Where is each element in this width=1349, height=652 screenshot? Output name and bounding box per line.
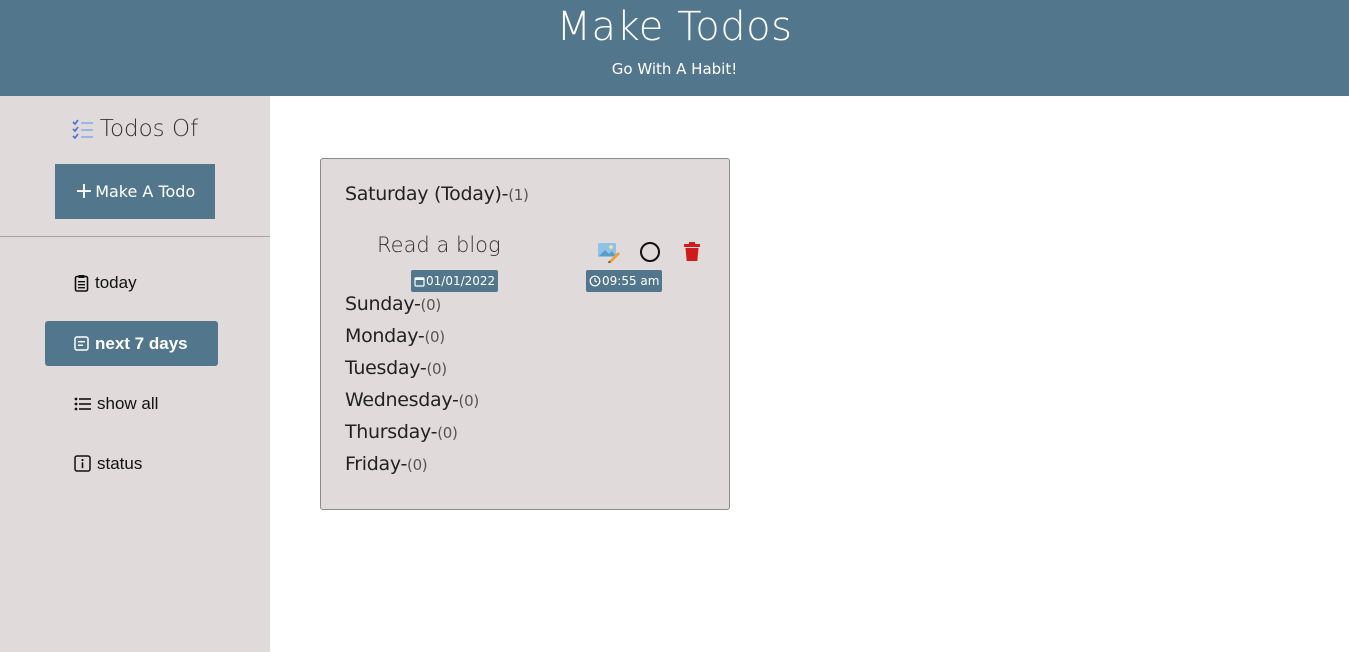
week-todos-card: Saturday (Today)-(1) Read a blog 01/01/2… [320,158,730,510]
sidebar-item-label: show all [97,393,159,413]
day-name: Saturday (Today) [345,183,502,205]
day-name: Thursday [345,421,431,443]
sidebar-item-next-7-days[interactable]: next 7 days [45,321,218,366]
day-count: (0) [437,424,458,442]
todo-date: 01/01/2022 [426,274,496,288]
info-icon [74,455,91,472]
app-title: Make Todos [556,4,793,50]
todo-time-badge: 09:55 am [586,270,663,292]
plus-icon: + [74,178,94,204]
clipboard-icon [74,274,89,292]
day-heading-thursday[interactable]: Thursday-(0) [345,421,458,443]
day-heading-tuesday[interactable]: Tuesday-(0) [345,357,447,379]
todo-time: 09:55 am [602,274,660,288]
sidebar: Todos Of + Make A Todo today next 7 days [0,96,270,652]
todo-date-badge: 01/01/2022 [411,270,499,292]
day-heading-saturday[interactable]: Saturday (Today)-(1) [345,183,529,205]
make-todo-button[interactable]: + Make A Todo [55,164,215,219]
edit-icon [598,243,620,263]
sidebar-item-label: next 7 days [95,333,188,353]
day-name: Wednesday [345,389,452,411]
todo-title: Read a blog [377,233,501,257]
day-name: Friday [345,453,401,475]
day-count: (0) [424,328,445,346]
sidebar-heading-label: Todos Of [99,116,199,142]
delete-icon [684,242,700,261]
day-count: (0) [426,360,447,378]
complete-todo-button[interactable] [639,241,661,267]
delete-todo-button[interactable] [683,241,701,266]
make-todo-label: Make A Todo [95,182,196,201]
sidebar-heading: Todos Of [0,116,270,142]
day-count: (0) [420,296,442,314]
complete-circle-icon [640,242,660,262]
sidebar-item-show-all[interactable]: show all [45,381,218,426]
sidebar-item-label: today [95,272,137,292]
sidebar-item-status[interactable]: status [45,441,218,486]
day-name: Tuesday [345,357,420,379]
clock-icon [589,275,601,287]
edit-todo-button[interactable] [597,241,621,267]
day-count: (0) [407,456,428,474]
day-heading-sunday[interactable]: Sunday-(0) [345,293,441,315]
calendar-week-icon [74,336,89,351]
sidebar-divider [0,236,270,237]
day-heading-wednesday[interactable]: Wednesday-(0) [345,389,479,411]
day-count: (0) [458,392,480,410]
app-header: Make Todos Go With A Habit! [0,0,1349,96]
list-icon [74,397,91,410]
day-heading-friday[interactable]: Friday-(0) [345,453,428,475]
day-name: Monday [345,325,418,347]
app-subtitle: Go With A Habit! [611,60,738,78]
day-heading-monday[interactable]: Monday-(0) [345,325,445,347]
sidebar-item-label: status [97,453,143,473]
checklist-icon [72,119,93,140]
day-count: (1) [508,186,529,204]
day-name: Sunday [345,293,414,315]
sidebar-item-today[interactable]: today [45,260,218,305]
calendar-icon [414,276,425,287]
